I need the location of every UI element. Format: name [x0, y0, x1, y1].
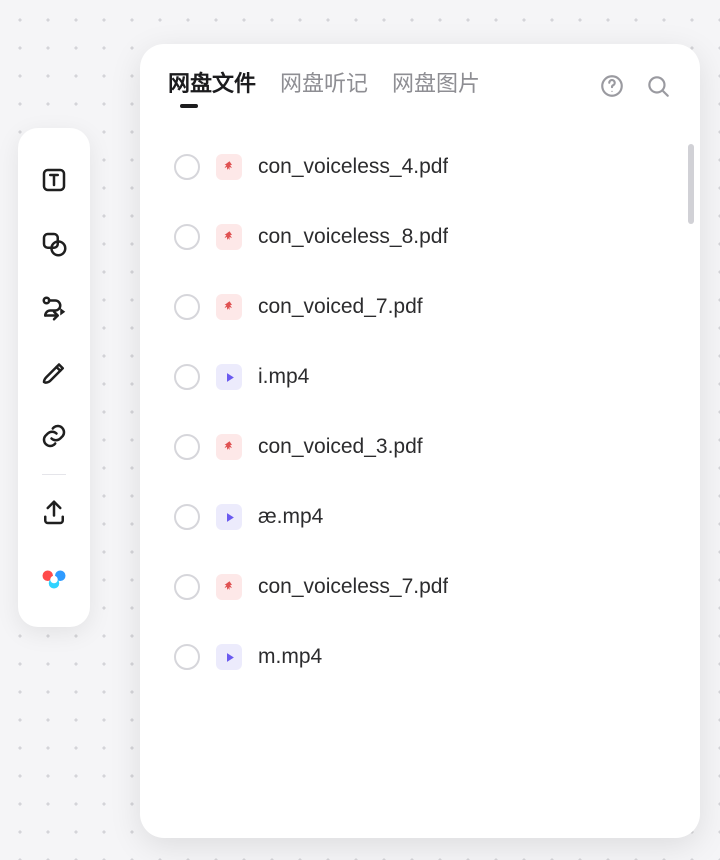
link-icon[interactable]: [34, 416, 74, 456]
tab-files[interactable]: 网盘文件: [168, 66, 256, 106]
pen-icon[interactable]: [34, 352, 74, 392]
scrollbar-thumb[interactable]: [688, 144, 694, 224]
file-name: con_voiced_7.pdf: [258, 295, 423, 319]
select-radio[interactable]: [174, 364, 200, 390]
video-file-icon: [216, 504, 242, 530]
select-radio[interactable]: [174, 434, 200, 460]
select-radio[interactable]: [174, 294, 200, 320]
file-name: con_voiceless_4.pdf: [258, 155, 448, 179]
help-icon[interactable]: [598, 72, 626, 100]
file-name: con_voiced_3.pdf: [258, 435, 423, 459]
export-icon[interactable]: [34, 493, 74, 533]
file-name: æ.mp4: [258, 505, 323, 529]
video-file-icon: [216, 644, 242, 670]
select-radio[interactable]: [174, 224, 200, 250]
shape-icon[interactable]: [34, 224, 74, 264]
pdf-file-icon: [216, 294, 242, 320]
file-row[interactable]: con_voiceless_8.pdf: [168, 202, 684, 272]
file-list[interactable]: con_voiceless_4.pdf con_voiceless_8.pdfco…: [140, 114, 700, 838]
select-radio[interactable]: [174, 574, 200, 600]
file-row[interactable]: con_voiced_7.pdf: [168, 272, 684, 342]
pdf-file-icon: [216, 434, 242, 460]
file-name: con_voiceless_7.pdf: [258, 575, 448, 599]
tab-audio-notes[interactable]: 网盘听记: [280, 66, 368, 106]
search-icon[interactable]: [644, 72, 672, 100]
side-toolbar: [18, 128, 90, 627]
select-radio[interactable]: [174, 154, 200, 180]
file-row[interactable]: con_voiced_3.pdf: [168, 412, 684, 482]
file-panel: 网盘文件 网盘听记 网盘图片 con_voiceless_4.pdfcon_vo…: [140, 44, 700, 838]
file-name: m.mp4: [258, 645, 322, 669]
tab-images[interactable]: 网盘图片: [392, 66, 480, 106]
file-name: i.mp4: [258, 365, 309, 389]
pdf-file-icon: [216, 574, 242, 600]
pdf-file-icon: [216, 224, 242, 250]
panel-header: 网盘文件 网盘听记 网盘图片: [140, 44, 700, 114]
file-row[interactable]: m.mp4: [168, 622, 684, 692]
baidu-cloud-icon[interactable]: [34, 557, 74, 597]
toolbar-divider: [42, 474, 66, 475]
pdf-file-icon: [216, 154, 242, 180]
tab-bar: 网盘文件 网盘听记 网盘图片: [168, 66, 588, 106]
file-row[interactable]: i.mp4: [168, 342, 684, 412]
file-row[interactable]: con_voiceless_4.pdf: [168, 132, 684, 202]
video-file-icon: [216, 364, 242, 390]
connector-icon[interactable]: [34, 288, 74, 328]
file-name: con_voiceless_8.pdf: [258, 225, 448, 249]
file-row[interactable]: con_voiceless_7.pdf: [168, 552, 684, 622]
file-row[interactable]: æ.mp4: [168, 482, 684, 552]
text-box-icon[interactable]: [34, 160, 74, 200]
select-radio[interactable]: [174, 644, 200, 670]
select-radio[interactable]: [174, 504, 200, 530]
